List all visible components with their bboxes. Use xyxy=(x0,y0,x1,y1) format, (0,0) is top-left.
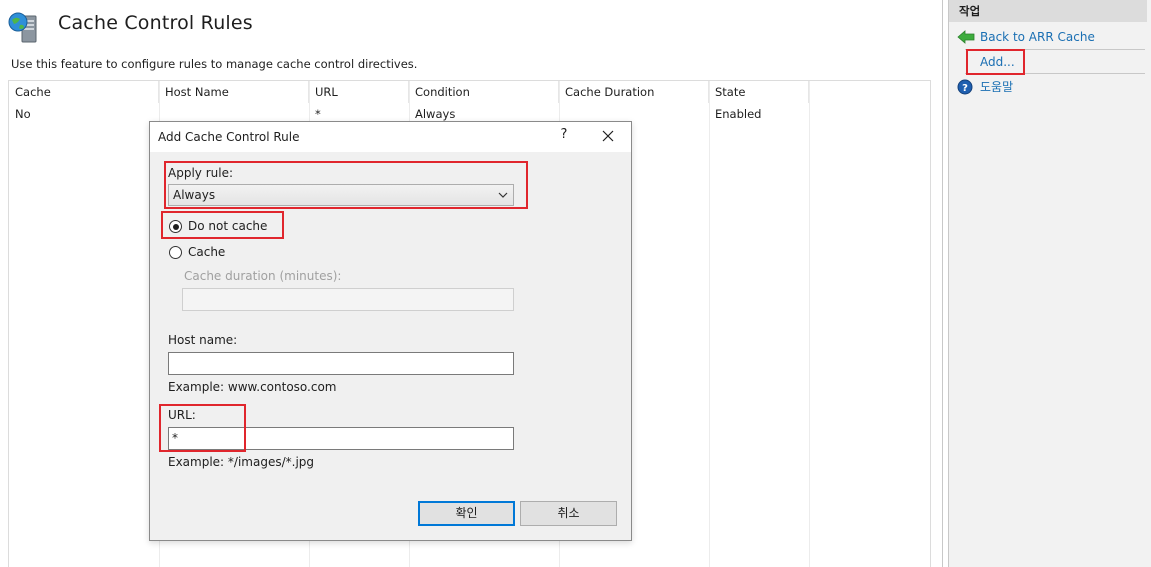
cache-duration-label: Cache duration (minutes): xyxy=(184,269,342,283)
pane-splitter[interactable] xyxy=(942,0,943,567)
page-description: Use this feature to configure rules to m… xyxy=(11,57,418,71)
help-label: 도움말 xyxy=(980,80,1014,94)
close-icon[interactable] xyxy=(599,127,617,145)
column-header-url[interactable]: URL xyxy=(309,81,409,103)
column-divider xyxy=(709,81,710,567)
cancel-button[interactable]: 취소 xyxy=(520,501,617,526)
table-header: Cache Host Name URL Condition Cache Dura… xyxy=(9,81,930,103)
host-name-label: Host name: xyxy=(168,333,238,347)
dialog-titlebar: Add Cache Control Rule ? xyxy=(150,122,631,152)
highlight-apply-rule xyxy=(164,161,528,209)
back-to-arr-cache-link[interactable]: Back to ARR Cache xyxy=(957,27,1137,47)
help-link[interactable]: ? 도움말 xyxy=(957,77,1037,97)
column-header-cache[interactable]: Cache xyxy=(9,81,159,103)
highlight-url xyxy=(159,404,246,452)
dialog-title: Add Cache Control Rule xyxy=(158,130,300,144)
highlight-do-not-cache xyxy=(161,211,284,239)
help-icon: ? xyxy=(957,79,973,95)
host-name-input[interactable] xyxy=(168,352,514,375)
dialog-help-button[interactable]: ? xyxy=(556,127,572,145)
globe-server-icon xyxy=(8,12,42,44)
host-name-example: Example: www.contoso.com xyxy=(168,380,337,394)
column-header-cache-duration[interactable]: Cache Duration xyxy=(559,81,709,103)
actions-pane: 작업 Back to ARR Cache Add... ? 도움말 xyxy=(949,0,1151,567)
column-divider xyxy=(809,81,810,567)
cell-state: Enabled xyxy=(715,107,762,121)
highlight-add-link xyxy=(966,49,1025,75)
svg-text:?: ? xyxy=(962,83,968,94)
column-header-state[interactable]: State xyxy=(709,81,809,103)
column-header-host-name[interactable]: Host Name xyxy=(159,81,309,103)
cache-duration-input xyxy=(182,288,514,311)
cache-radio[interactable] xyxy=(169,246,182,259)
column-header-condition[interactable]: Condition xyxy=(409,81,559,103)
back-arrow-icon xyxy=(957,30,975,44)
url-example: Example: */images/*.jpg xyxy=(168,455,315,469)
cache-label[interactable]: Cache xyxy=(188,245,225,259)
page-title: Cache Control Rules xyxy=(58,12,253,34)
cell-cache: No xyxy=(15,107,31,121)
actions-header: 작업 xyxy=(949,0,1147,22)
ok-button[interactable]: 확인 xyxy=(418,501,515,526)
back-to-arr-cache-label: Back to ARR Cache xyxy=(980,30,1095,44)
iis-manager-window: Cache Control Rules Use this feature to … xyxy=(0,0,1151,567)
